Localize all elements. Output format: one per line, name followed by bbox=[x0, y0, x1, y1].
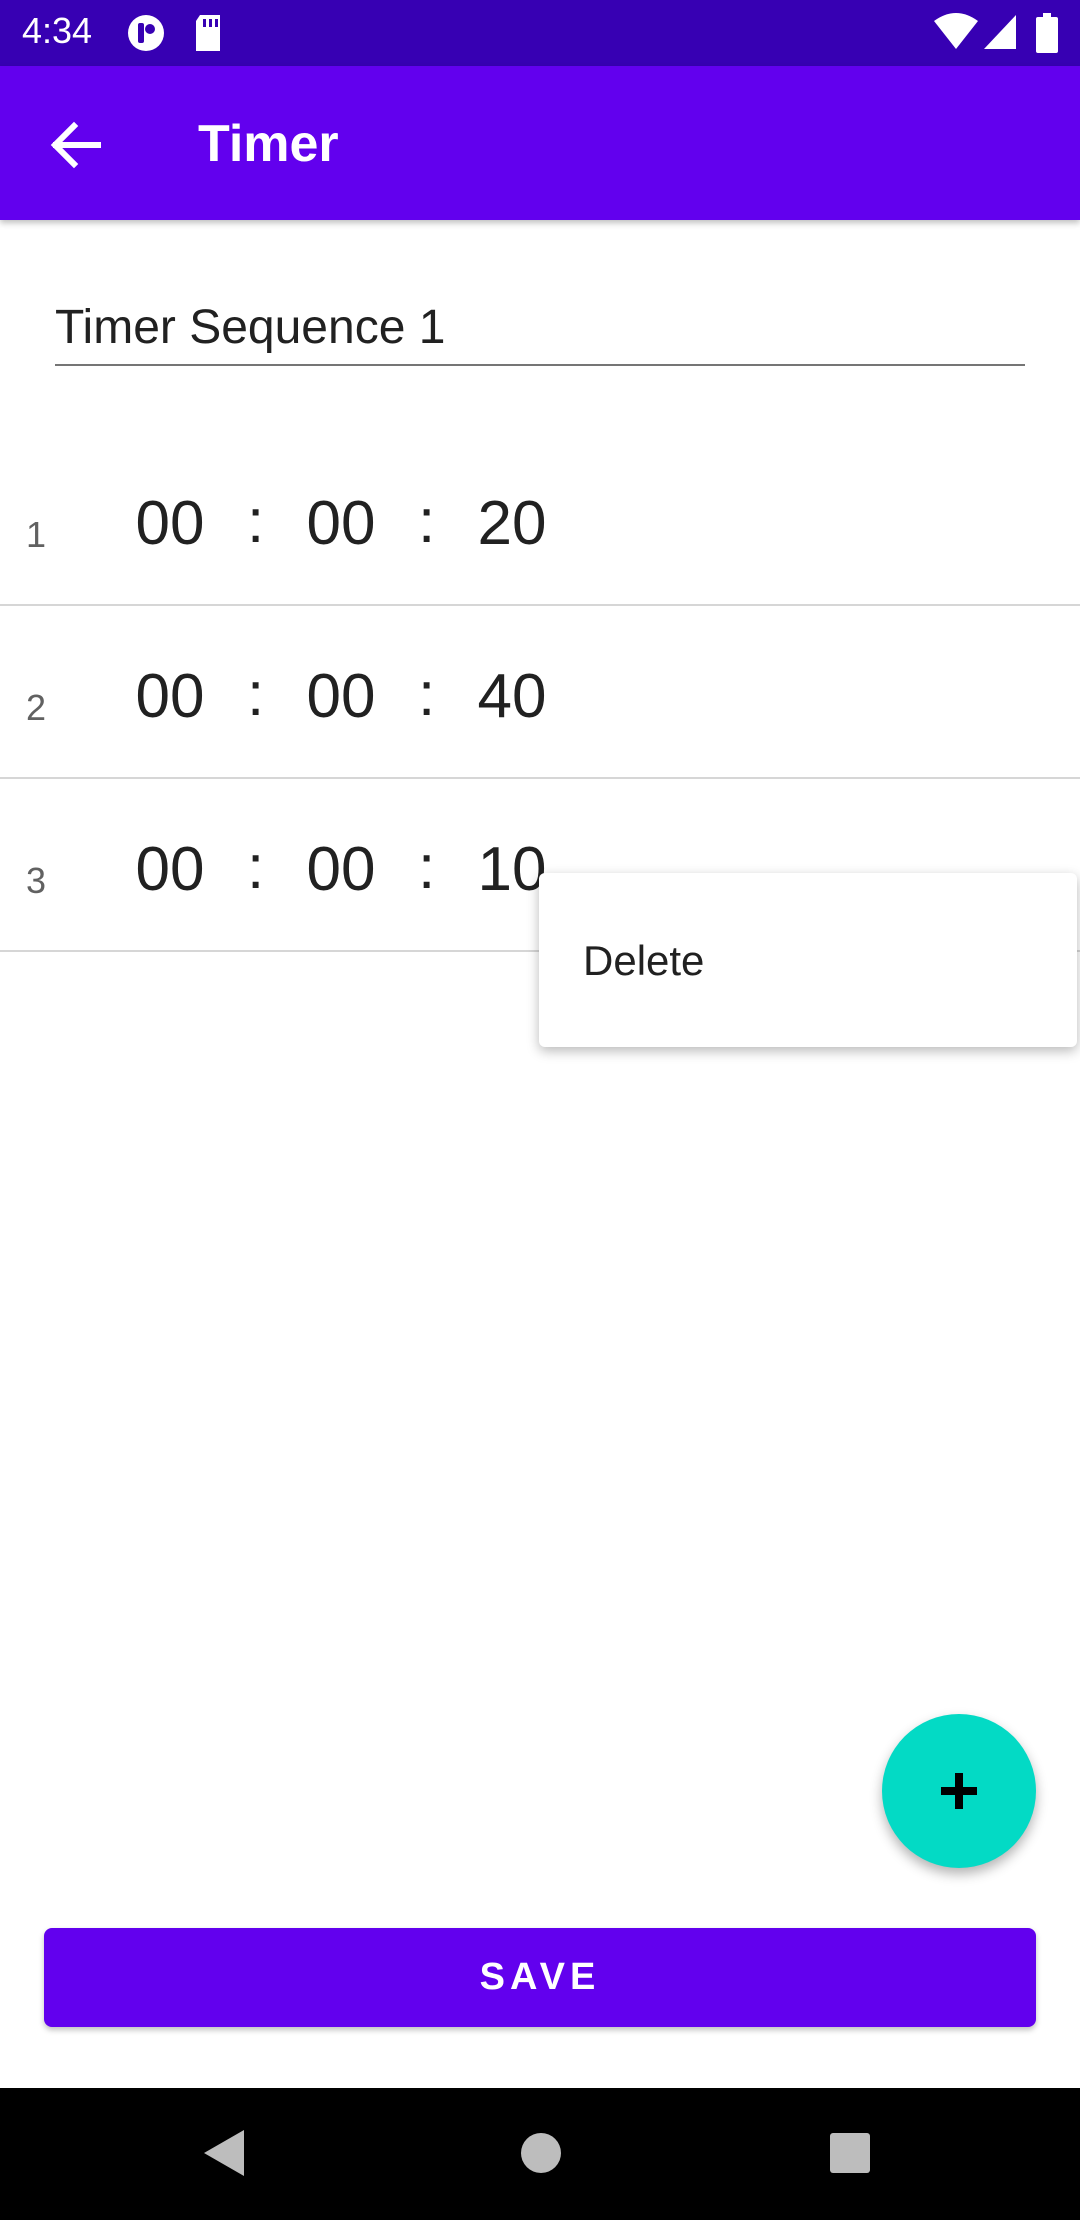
hours-field[interactable]: 00 bbox=[120, 834, 220, 905]
nav-recents-button[interactable] bbox=[829, 2132, 871, 2179]
battery-icon bbox=[1036, 13, 1058, 58]
minutes-field[interactable]: 00 bbox=[291, 661, 391, 732]
time-separator: : bbox=[247, 660, 265, 729]
time-separator: : bbox=[418, 487, 436, 556]
signal-icon bbox=[982, 13, 1018, 56]
sd-card-icon bbox=[192, 13, 224, 58]
add-icon bbox=[941, 1773, 977, 1809]
seconds-field[interactable]: 40 bbox=[462, 661, 562, 732]
hours-field[interactable]: 00 bbox=[120, 661, 220, 732]
time-separator: : bbox=[418, 660, 436, 729]
add-timer-button[interactable] bbox=[882, 1714, 1036, 1868]
nav-home-button[interactable] bbox=[519, 2131, 563, 2180]
minutes-field[interactable]: 00 bbox=[291, 488, 391, 559]
row-index: 1 bbox=[26, 514, 47, 555]
timer-row[interactable]: 2 00 : 00 : 40 bbox=[0, 605, 1080, 779]
arrow-back-icon bbox=[50, 121, 101, 169]
save-button[interactable]: SAVE bbox=[44, 1928, 1036, 2027]
seconds-field[interactable]: 20 bbox=[462, 488, 562, 559]
row-index: 3 bbox=[26, 860, 47, 901]
row-index: 2 bbox=[26, 687, 47, 728]
system-nav-bar bbox=[0, 2088, 1080, 2220]
sequence-name-input[interactable] bbox=[55, 290, 1025, 366]
time-separator: : bbox=[418, 833, 436, 902]
app-bar: Timer bbox=[0, 66, 1080, 220]
pocket-icon bbox=[126, 13, 166, 58]
delete-menu-item[interactable]: Delete bbox=[583, 937, 704, 985]
status-bar: 4:34 bbox=[0, 0, 1080, 66]
wifi-icon bbox=[934, 13, 978, 56]
timer-row[interactable]: 1 00 : 00 : 20 bbox=[0, 432, 1080, 606]
popup-menu: Delete bbox=[539, 873, 1077, 1047]
recents-square-icon bbox=[830, 2133, 870, 2173]
back-triangle-icon bbox=[204, 2130, 244, 2176]
hours-field[interactable]: 00 bbox=[120, 488, 220, 559]
minutes-field[interactable]: 00 bbox=[291, 834, 391, 905]
status-time: 4:34 bbox=[22, 10, 93, 51]
page-title: Timer bbox=[198, 115, 339, 173]
back-button[interactable] bbox=[40, 110, 110, 180]
home-circle-icon bbox=[521, 2133, 561, 2173]
time-separator: : bbox=[247, 487, 265, 556]
time-separator: : bbox=[247, 833, 265, 902]
nav-back-button[interactable] bbox=[202, 2128, 248, 2183]
